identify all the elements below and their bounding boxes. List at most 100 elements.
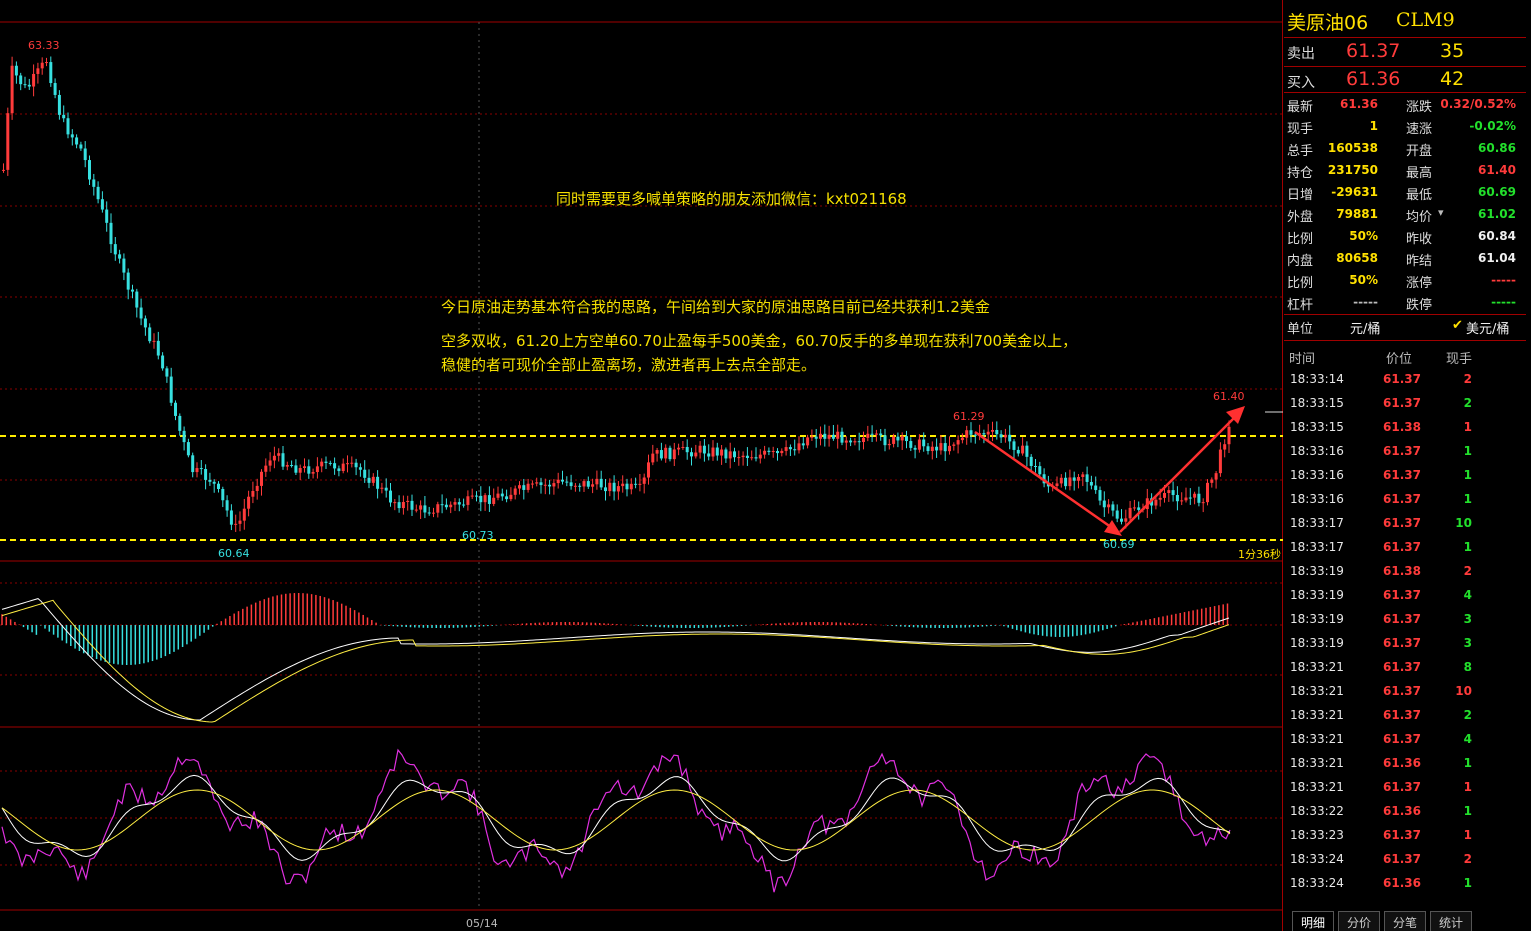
tick-row[interactable]: 18:33:24 61.36 1 — [1284, 874, 1526, 898]
buy-quote-row[interactable]: 买入 61.36 42 — [1284, 67, 1526, 93]
candle-body — [247, 496, 251, 509]
tick-volume: 8 — [1463, 660, 1472, 674]
tick-price: 61.36 — [1383, 756, 1421, 770]
tick-row[interactable]: 18:33:21 61.37 2 — [1284, 706, 1526, 730]
candle-body — [281, 453, 285, 467]
tab-3[interactable]: 统计 — [1430, 911, 1473, 931]
candle-body — [801, 443, 805, 446]
chevron-down-icon[interactable]: ▾ — [1438, 206, 1444, 219]
unit-row[interactable]: 单位 元/桶 ✔ 美元/桶 — [1284, 315, 1526, 339]
candle-body — [672, 449, 676, 460]
tick-row[interactable]: 18:33:17 61.37 10 — [1284, 514, 1526, 538]
tick-row[interactable]: 18:33:16 61.37 1 — [1284, 490, 1526, 514]
tick-volume: 3 — [1463, 612, 1472, 626]
candle-body — [1120, 518, 1123, 522]
stat-value: 60.84 — [1478, 229, 1516, 243]
tick-time: 18:33:19 — [1290, 564, 1344, 578]
candle-body — [1163, 493, 1166, 498]
sell-qty: 35 — [1440, 40, 1465, 62]
candle-body — [1068, 477, 1072, 487]
tick-row[interactable]: 18:33:19 61.37 4 — [1284, 586, 1526, 610]
candle-body — [260, 471, 263, 486]
tick-volume: 1 — [1463, 828, 1472, 842]
candle-body — [913, 447, 917, 450]
tick-row[interactable]: 18:33:21 61.37 1 — [1284, 778, 1526, 802]
tick-row[interactable]: 18:33:17 61.37 1 — [1284, 538, 1526, 562]
tick-row[interactable]: 18:33:16 61.37 1 — [1284, 442, 1526, 466]
candle-body — [1210, 479, 1214, 483]
tick-time: 18:33:21 — [1290, 756, 1344, 770]
tick-row[interactable]: 18:33:21 61.37 8 — [1284, 658, 1526, 682]
candle-body — [290, 465, 294, 467]
candle-body — [156, 340, 160, 356]
sell-quote-row[interactable]: 卖出 61.37 35 — [1284, 38, 1526, 66]
candle-body — [161, 355, 165, 369]
kline-chart[interactable] — [0, 0, 1283, 931]
tick-row[interactable]: 18:33:21 61.36 1 — [1284, 754, 1526, 778]
macd-dea-line — [1, 599, 1230, 723]
tick-row[interactable]: 18:33:19 61.37 3 — [1284, 634, 1526, 658]
candle-body — [229, 510, 233, 525]
stat-key: 涨停 — [1406, 276, 1433, 291]
stat-key: 昨收 — [1406, 232, 1433, 247]
candle-body — [75, 137, 79, 145]
candle-body — [118, 254, 122, 259]
tick-volume: 3 — [1463, 636, 1472, 650]
tab-2[interactable]: 分笔 — [1384, 911, 1427, 931]
tick-volume: 1 — [1463, 780, 1472, 794]
stat-value: 160538 — [1327, 141, 1378, 155]
tick-row[interactable]: 18:33:14 61.37 2 — [1284, 370, 1526, 394]
candle-body — [702, 445, 706, 454]
candle-body — [371, 476, 375, 483]
unit-option-yuan[interactable]: 元/桶 — [1350, 318, 1380, 337]
tick-volume: 2 — [1463, 396, 1472, 410]
tick-row[interactable]: 18:33:16 61.37 1 — [1284, 466, 1526, 490]
candle-body — [397, 502, 401, 509]
tick-row[interactable]: 18:33:21 61.37 4 — [1284, 730, 1526, 754]
tick-row[interactable]: 18:33:15 61.38 1 — [1284, 418, 1526, 442]
candle-body — [298, 468, 302, 473]
candle-body — [776, 451, 779, 454]
stat-key: 日增 — [1287, 188, 1314, 203]
candle-body — [754, 457, 758, 459]
candle-body — [819, 433, 822, 439]
tick-volume: 1 — [1463, 804, 1472, 818]
tick-price: 61.37 — [1383, 828, 1421, 842]
candle-body — [1094, 485, 1098, 491]
candle-body — [1201, 502, 1205, 504]
countdown-label: 1分36秒 — [1238, 548, 1281, 561]
candle-body — [1180, 500, 1184, 502]
candle-body — [1111, 504, 1115, 511]
tick-row[interactable]: 18:33:24 61.37 2 — [1284, 850, 1526, 874]
candle-body — [905, 436, 908, 442]
candle-body — [569, 482, 573, 487]
candle-body — [212, 481, 216, 484]
tick-time: 18:33:21 — [1290, 780, 1344, 794]
tick-row[interactable]: 18:33:19 61.37 3 — [1284, 610, 1526, 634]
candle-body — [1188, 497, 1192, 499]
candle-body — [612, 482, 616, 492]
tick-row[interactable]: 18:33:19 61.38 2 — [1284, 562, 1526, 586]
ticks-header-time: 时间 — [1289, 352, 1316, 367]
candle-body — [926, 446, 930, 452]
candle-body — [836, 431, 840, 439]
stat-value: -29631 — [1331, 185, 1378, 199]
tab-0[interactable]: 明细 — [1292, 911, 1335, 931]
mark-price-label: 61.29 — [953, 410, 985, 423]
candle-body — [1102, 500, 1106, 508]
candle-body — [539, 482, 543, 486]
tick-row[interactable]: 18:33:21 61.37 10 — [1284, 682, 1526, 706]
candle-body — [698, 445, 702, 453]
candle-body — [707, 453, 711, 457]
candle-body — [105, 209, 109, 223]
stat-value: 61.40 — [1478, 163, 1516, 177]
tick-row[interactable]: 18:33:23 61.37 1 — [1284, 826, 1526, 850]
unit-option-usd[interactable]: 美元/桶 — [1466, 318, 1509, 337]
tab-1[interactable]: 分价 — [1338, 911, 1381, 931]
candle-body — [1154, 499, 1158, 506]
tick-row[interactable]: 18:33:22 61.36 1 — [1284, 802, 1526, 826]
stat-value: ----- — [1491, 273, 1516, 287]
kline-chart-area[interactable]: 同时需要更多喊单策略的朋友添加微信：kxt021168 今日原油走势基本符合我的… — [0, 0, 1283, 931]
tick-row[interactable]: 18:33:15 61.37 2 — [1284, 394, 1526, 418]
candle-body — [113, 244, 117, 255]
